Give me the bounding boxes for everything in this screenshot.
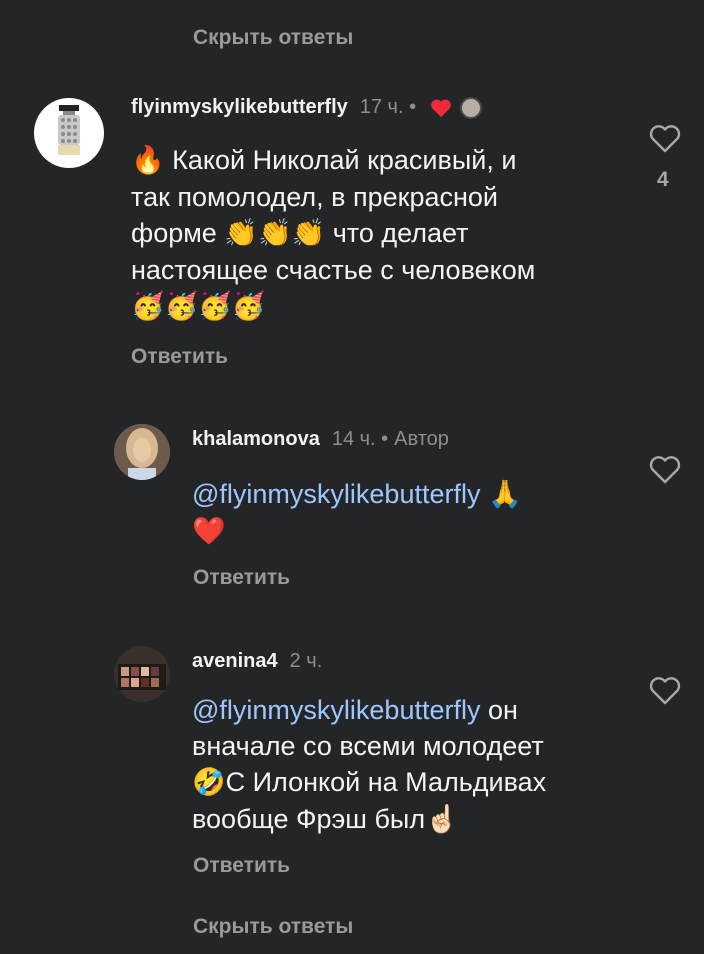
comment-text: 🔥 Какой Николай красивый, и так помолоде…	[131, 142, 631, 325]
mention-link[interactable]: @flyinmyskylikebutterfly	[192, 479, 480, 509]
reply-text: @flyinmyskylikebutterfly он вначале со в…	[192, 692, 642, 838]
fire-emoji: 🔥	[131, 145, 165, 176]
heart-outline-icon[interactable]	[648, 124, 682, 154]
mention-link[interactable]: @flyinmyskylikebutterfly	[192, 695, 480, 725]
heart-filled-icon	[431, 99, 451, 117]
point-up-emoji: ☝🏻	[425, 804, 459, 835]
red-heart-emoji: ❤️	[192, 516, 226, 547]
comment-username[interactable]: flyinmyskylikebutterfly	[131, 96, 348, 119]
reply-text-line: вообще Фрэш был	[192, 804, 426, 834]
reply-text-line: С Илонкой на Мальдивах	[225, 767, 547, 797]
eyeshadow-palette-image	[114, 646, 170, 702]
author-badge: Автор	[394, 428, 449, 450]
comment-text-line: что делает	[332, 218, 469, 248]
author-liked-avatar	[460, 96, 483, 119]
hide-replies-bottom-button[interactable]: Скрыть ответы	[193, 915, 353, 939]
like-count: 4	[657, 168, 669, 191]
comment-text-line: форме	[131, 218, 217, 248]
rofl-emoji: 🤣	[192, 767, 226, 798]
reply-button[interactable]: Ответить	[193, 854, 290, 878]
heart-outline-icon[interactable]	[648, 455, 682, 485]
reply-text-line: он	[488, 695, 518, 725]
reply-button[interactable]: Ответить	[131, 345, 228, 369]
profile-photo-image	[114, 424, 170, 480]
avatar-avenina4[interactable]	[114, 646, 170, 702]
party-face-emoji: 🥳🥳🥳🥳	[131, 291, 266, 322]
comment-text-line: Какой Николай красивый, и	[172, 145, 517, 175]
heart-outline-icon[interactable]	[648, 676, 682, 706]
clap-emoji: 👏👏👏	[224, 218, 326, 249]
comment-text-line: так помолодел, в прекрасной	[131, 182, 498, 212]
reply-text: @flyinmyskylikebutterfly 🙏 ❤️	[192, 476, 632, 550]
reply-text-line: вначале со всеми молодеет	[192, 731, 544, 761]
reply-username[interactable]: avenina4	[192, 650, 278, 673]
perfume-avatar-image	[58, 105, 80, 155]
reply-time: 14 ч. •	[331, 428, 389, 450]
avatar-flyinmyskylikebutterfly[interactable]	[34, 98, 104, 168]
reply-username[interactable]: khalamonova	[192, 428, 320, 451]
pray-emoji: 🙏	[488, 479, 522, 510]
comment-time: 17 ч. •	[359, 96, 417, 118]
avatar-khalamonova[interactable]	[114, 424, 170, 480]
hide-replies-top-button[interactable]: Скрыть ответы	[193, 26, 353, 50]
reply-button[interactable]: Ответить	[193, 566, 290, 590]
comment-text-line: настоящее счастье с человеком	[131, 255, 536, 285]
reply-time: 2 ч.	[289, 650, 323, 672]
